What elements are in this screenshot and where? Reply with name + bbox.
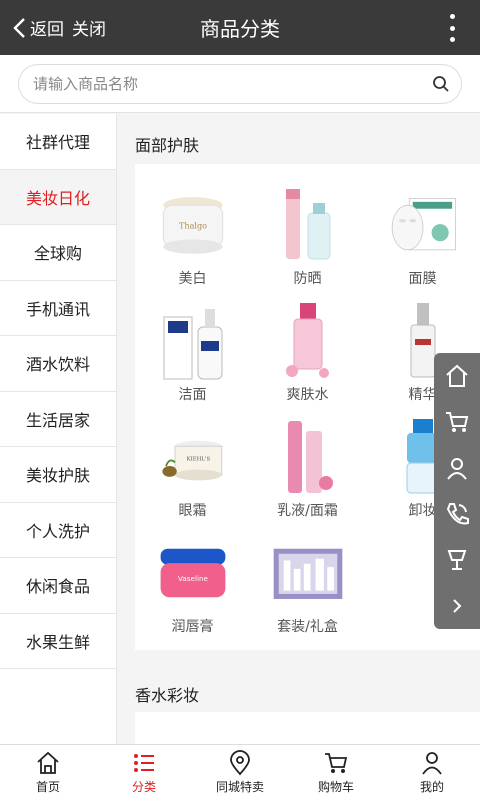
face-mask-image: [387, 186, 459, 264]
phone-shortcut-button[interactable]: [434, 491, 480, 537]
sidebar-item-global-buy[interactable]: 全球购: [0, 225, 116, 281]
tab-mine[interactable]: 我的: [384, 745, 480, 800]
perfume-makeup-grid: [135, 712, 480, 744]
category-tile-lip-balm[interactable]: Vaseline 润唇膏: [135, 528, 250, 644]
cart-icon: [446, 412, 469, 432]
category-tile-toner[interactable]: 爽肤水: [250, 296, 365, 412]
search-area: [0, 55, 480, 113]
search-icon[interactable]: [421, 75, 461, 93]
category-content: 面部护肤 Thalgo 美白 防晒 面膜 洁面 爽肤水 精华 KIEHL'S 眼…: [118, 114, 480, 744]
cleanser-image: [157, 302, 229, 380]
category-tile-gift-set[interactable]: 套装/礼盒: [250, 528, 365, 644]
category-tile-face-mask[interactable]: 面膜: [365, 180, 480, 296]
cream-jar-image: Thalgo: [157, 186, 229, 264]
category-label: 套装/礼盒: [277, 619, 338, 635]
user-icon: [422, 752, 442, 775]
sidebar-item-beauty-daily[interactable]: 美妆日化: [0, 169, 116, 225]
category-tile-whitening[interactable]: Thalgo 美白: [135, 180, 250, 296]
chevron-right-icon: [453, 599, 462, 613]
lotion-bottle-image: [272, 418, 344, 496]
home-shortcut-button[interactable]: [434, 353, 480, 399]
category-sidebar: 社群代理 美妆日化 全球购 手机通讯 酒水饮料 生活居家 美妆护肤 个人洗护 休…: [0, 114, 117, 744]
toner-bottle-image: [272, 302, 344, 380]
lamp-icon: [447, 550, 467, 570]
tab-label: 分类: [131, 780, 156, 794]
home-icon: [37, 751, 59, 774]
category-label: 面膜: [408, 271, 437, 287]
category-label: 润唇膏: [171, 619, 214, 635]
category-label: 洁面: [178, 387, 207, 403]
lip-balm-image: Vaseline: [157, 534, 229, 612]
category-label: 眼霜: [178, 503, 207, 519]
user-icon: [447, 458, 467, 480]
cart-shortcut-button[interactable]: [434, 399, 480, 445]
category-tile-lotion[interactable]: 乳液/面霜: [250, 412, 365, 528]
tab-local-sale[interactable]: 同城特卖: [192, 745, 288, 800]
more-dots-icon: [449, 14, 455, 19]
chevron-left-icon: [13, 17, 25, 38]
category-tile-eye-cream[interactable]: KIEHL'S 眼霜: [135, 412, 250, 528]
sunscreen-bottle-image: [272, 186, 344, 264]
quick-action-bar: [434, 353, 480, 629]
tab-label: 首页: [35, 780, 60, 794]
category-label: 乳液/面霜: [277, 503, 338, 519]
sidebar-item-drinks[interactable]: 酒水饮料: [0, 336, 116, 392]
svg-text:KIEHL'S: KIEHL'S: [187, 457, 211, 463]
category-tile-sunscreen[interactable]: 防晒: [250, 180, 365, 296]
tab-category[interactable]: 分类: [96, 745, 192, 800]
gift-set-image: [272, 534, 344, 612]
tab-cart[interactable]: 购物车: [288, 745, 384, 800]
location-pin-icon: [230, 750, 250, 776]
sale-shortcut-button[interactable]: [434, 537, 480, 583]
sidebar-item-skincare[interactable]: 美妆护肤: [0, 447, 116, 503]
tab-label: 购物车: [317, 780, 354, 794]
account-shortcut-button[interactable]: [434, 445, 480, 491]
sidebar-item-home-living[interactable]: 生活居家: [0, 392, 116, 447]
top-bar: 返回 关闭 商品分类: [0, 0, 480, 55]
sidebar-item-community-agent[interactable]: 社群代理: [0, 114, 116, 170]
search-input[interactable]: [33, 75, 421, 93]
tab-label: 我的: [419, 780, 444, 794]
phone-icon: [446, 503, 469, 525]
home-icon: [446, 364, 468, 387]
category-label: 防晒: [293, 271, 322, 287]
category-label: 美白: [178, 271, 207, 287]
tab-label: 同城特卖: [215, 780, 264, 794]
bottom-tab-bar: 首页 分类 同城特卖 购物车 我的: [0, 744, 480, 800]
section-title-face-care: 面部护肤: [135, 136, 200, 155]
more-menu-button[interactable]: [442, 14, 462, 42]
back-label: 返回: [30, 20, 64, 40]
section-title-perfume-makeup: 香水彩妆: [135, 686, 200, 705]
sidebar-item-personal-care[interactable]: 个人洗护: [0, 503, 116, 558]
category-tile-cleanser[interactable]: 洁面: [135, 296, 250, 412]
eye-cream-image: KIEHL'S: [157, 418, 229, 496]
close-button[interactable]: 关闭: [72, 15, 106, 40]
collapse-bar-button[interactable]: [434, 583, 480, 629]
sidebar-item-fresh-fruit[interactable]: 水果生鲜: [0, 614, 116, 669]
back-button[interactable]: 返回: [0, 0, 64, 55]
svg-text:Vaseline: Vaseline: [178, 574, 208, 583]
sidebar-item-snacks[interactable]: 休闲食品: [0, 558, 116, 614]
tab-home[interactable]: 首页: [0, 745, 96, 800]
svg-text:Thalgo: Thalgo: [179, 221, 207, 231]
sidebar-item-mobile[interactable]: 手机通讯: [0, 281, 116, 336]
face-care-grid: Thalgo 美白 防晒 面膜 洁面 爽肤水 精华 KIEHL'S 眼霜 乳液/…: [135, 164, 480, 650]
category-label: 爽肤水: [286, 387, 329, 403]
cart-icon: [325, 753, 348, 773]
list-icon: [134, 754, 154, 772]
search-box: [18, 64, 462, 104]
